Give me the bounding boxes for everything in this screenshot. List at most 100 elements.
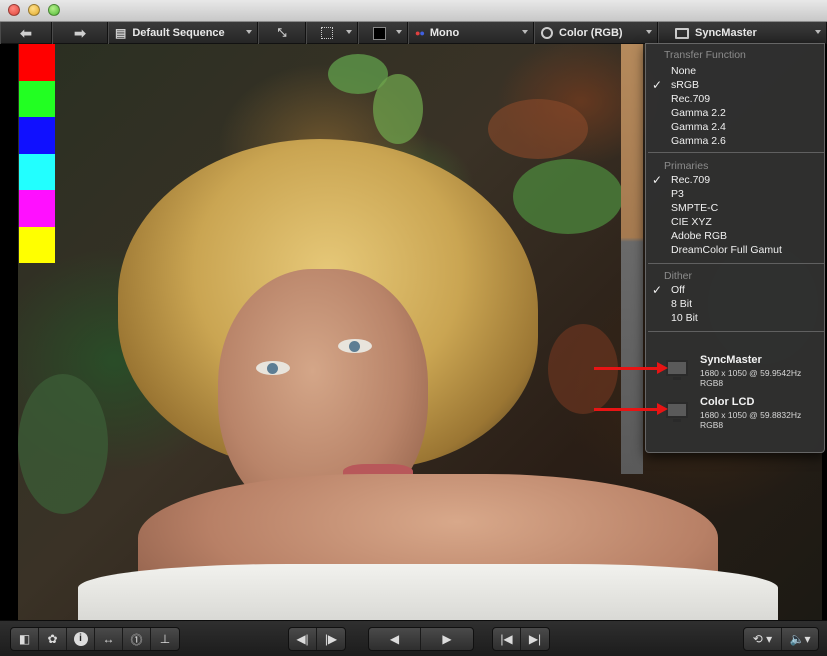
jump-start-icon: |◀	[500, 632, 513, 646]
crop-icon	[321, 27, 333, 39]
play-icon: ▶	[442, 632, 452, 646]
display-name: Color LCD	[700, 396, 755, 408]
primaries-item[interactable]: P3	[671, 187, 684, 201]
dither-header: Dither	[664, 270, 693, 282]
primaries-item[interactable]: Adobe RGB	[671, 229, 727, 243]
panel-button[interactable]: ◧	[11, 628, 39, 650]
step-back-icon: ◀|	[296, 632, 309, 646]
display-format: RGB8	[700, 378, 724, 388]
transfer-function-item[interactable]: Gamma 2.6	[671, 134, 726, 148]
sequence-dropdown[interactable]: ▤ Default Sequence	[108, 22, 258, 44]
info-icon: i	[73, 632, 88, 646]
sequence-label: Default Sequence	[132, 27, 225, 39]
chevron-down-icon	[346, 30, 352, 34]
primaries-item[interactable]: SMPTE-C	[671, 201, 718, 215]
primaries-item-label: SMPTE-C	[671, 202, 719, 214]
playback-group: ◀ ▶	[368, 627, 474, 651]
display-menu: Transfer Function None ✓ sRGB Rec.709 Gamma …	[645, 43, 825, 453]
transfer-function-item[interactable]: Gamma 2.2	[671, 106, 726, 120]
jump-end-icon: ▶|	[528, 632, 542, 646]
transfer-function-item-label: None	[671, 65, 697, 77]
annotation-arrow	[594, 362, 668, 374]
transfer-function-header: Transfer Function	[664, 49, 746, 61]
loop-volume-group: ⟲ ▾ 🔈▾	[743, 627, 819, 651]
display-item-color-lcd[interactable]: Color LCD 1680 x 1050 @ 59.8832Hz RGB8	[662, 396, 822, 434]
color-swatch	[19, 44, 55, 81]
transfer-function-item-label: Rec.709	[671, 93, 711, 105]
color-swatch	[19, 153, 55, 190]
transfer-function-item[interactable]: Rec.709	[671, 92, 710, 106]
primaries-item-label: DreamColor Full Gamut	[671, 244, 782, 256]
fit-button[interactable]: ⤡	[258, 22, 306, 44]
menu-divider	[648, 331, 824, 332]
play-reverse-button[interactable]: ◀	[369, 628, 421, 650]
checkmark-icon: ✓	[652, 283, 663, 297]
display-dropdown[interactable]: SyncMaster	[658, 22, 827, 44]
frame-step-group: ◀| |▶	[288, 627, 346, 651]
back-button[interactable]: ⬅	[0, 22, 52, 44]
dither-item-label: Off	[671, 284, 685, 296]
display-name: SyncMaster	[700, 354, 762, 366]
primaries-item[interactable]: DreamColor Full Gamut	[671, 243, 782, 257]
baseline-button[interactable]: ⊥	[151, 628, 179, 650]
play-button[interactable]: ▶	[421, 628, 473, 650]
display-resolution: 1680 x 1050 @ 59.8832Hz	[700, 410, 802, 420]
transfer-function-item-label: sRGB	[671, 79, 700, 91]
transfer-function-item-label: Gamma 2.2	[671, 107, 726, 119]
dither-item[interactable]: ✓ Off	[652, 283, 685, 297]
monitor-icon	[675, 27, 689, 39]
black-swatch-icon	[373, 26, 386, 40]
jump-start-button[interactable]: |◀	[493, 628, 521, 650]
transfer-function-item-label: Gamma 2.6	[671, 135, 726, 147]
stereo-glasses-icon: ●●	[415, 28, 425, 38]
loop-icon: ⟲ ▾	[752, 632, 773, 646]
primaries-header: Primaries	[664, 160, 709, 172]
transfer-function-item[interactable]: ✓ sRGB	[652, 78, 700, 92]
loop-button[interactable]: ⟲ ▾	[744, 628, 782, 650]
timecode-button[interactable]: ⓵	[123, 628, 151, 650]
primaries-item[interactable]: ✓ Rec.709	[652, 173, 711, 187]
primaries-item-label: Rec.709	[671, 174, 711, 186]
menu-divider	[648, 263, 824, 264]
chevron-down-icon	[396, 30, 402, 34]
monitor-icon	[666, 402, 688, 422]
chevron-down-icon	[646, 30, 652, 34]
color-channel-dropdown[interactable]: Color (RGB)	[534, 22, 658, 44]
view-tools-group: ◧ ✿ i ↔ ⓵ ⊥	[10, 627, 180, 651]
forward-button[interactable]: ➡	[52, 22, 108, 44]
dither-item[interactable]: 8 Bit	[671, 297, 692, 311]
primaries-item-label: CIE XYZ	[671, 216, 712, 228]
resize-icon: ⤡	[277, 26, 287, 39]
display-item-syncmaster[interactable]: SyncMaster 1680 x 1050 @ 59.9542Hz RGB8	[662, 354, 822, 392]
crop-dropdown[interactable]	[306, 22, 358, 44]
step-forward-button[interactable]: |▶	[317, 628, 345, 650]
background-dropdown[interactable]	[358, 22, 408, 44]
primaries-item[interactable]: CIE XYZ	[671, 215, 712, 229]
volume-button[interactable]: 🔈▾	[782, 628, 818, 650]
swap-button[interactable]: ↔	[95, 628, 123, 650]
close-button[interactable]	[8, 4, 20, 16]
color-wheel-button[interactable]: ✿	[39, 628, 67, 650]
stereo-dropdown[interactable]: ●● Mono	[408, 22, 534, 44]
menu-divider	[648, 152, 824, 153]
timecode-icon: ⓵	[130, 632, 143, 647]
transfer-function-item-label: Gamma 2.4	[671, 121, 726, 133]
info-button[interactable]: i	[67, 628, 95, 650]
transfer-function-item[interactable]: Gamma 2.4	[671, 120, 726, 134]
primaries-item-label: P3	[671, 188, 684, 200]
dither-item[interactable]: 10 Bit	[671, 311, 698, 325]
checkmark-icon: ✓	[652, 78, 663, 92]
minimize-button[interactable]	[28, 4, 40, 16]
transfer-function-item[interactable]: None	[671, 64, 696, 78]
zoom-button[interactable]	[48, 4, 60, 16]
step-back-button[interactable]: ◀|	[289, 628, 317, 650]
chevron-down-icon	[522, 30, 528, 34]
display-label: SyncMaster	[695, 27, 757, 39]
transport-bar: ◧ ✿ i ↔ ⓵ ⊥ ◀| |▶ ◀ ▶ |◀ ▶| ⟲ ▾ 🔈▾	[0, 620, 827, 656]
display-resolution: 1680 x 1050 @ 59.9542Hz	[700, 368, 802, 378]
panel-icon: ◧	[18, 632, 31, 646]
step-forward-icon: |▶	[324, 632, 338, 646]
play-reverse-icon: ◀	[389, 632, 400, 646]
jump-end-button[interactable]: ▶|	[521, 628, 549, 650]
arrow-left-icon: ⬅	[20, 24, 32, 41]
